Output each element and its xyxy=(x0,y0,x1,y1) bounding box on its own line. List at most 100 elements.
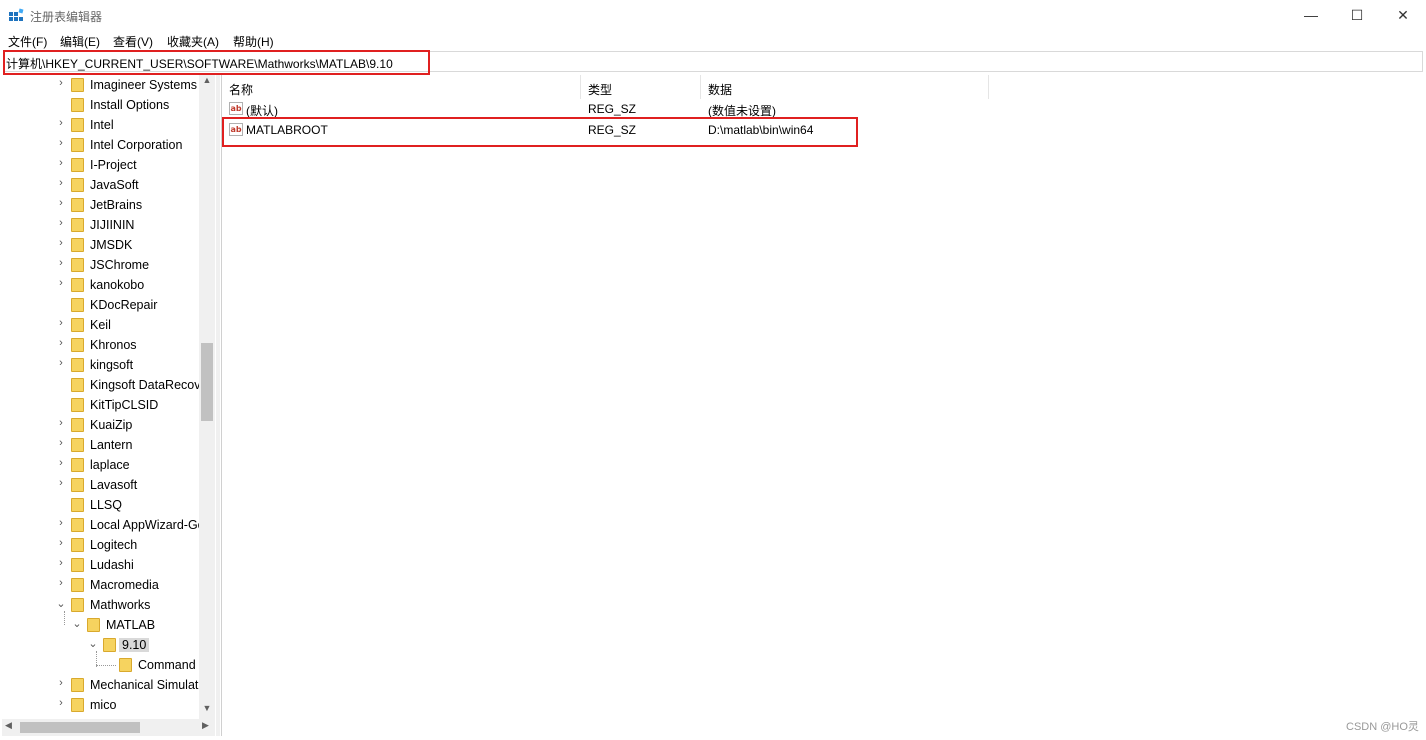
scroll-right-icon[interactable]: ▶ xyxy=(202,720,209,731)
tree-item[interactable]: Kingsoft DataRecovery xyxy=(2,375,202,395)
tree-item[interactable]: Install Options xyxy=(2,95,202,115)
scroll-thumb[interactable] xyxy=(201,343,213,421)
minimize-button[interactable]: — xyxy=(1288,0,1334,30)
string-value-icon: ab xyxy=(229,123,243,136)
tree-item-label: Install Options xyxy=(90,98,170,112)
tree-item-label: Khronos xyxy=(90,338,137,352)
chevron-down-icon[interactable]: ⌄ xyxy=(71,617,83,631)
chevron-right-icon[interactable]: › xyxy=(55,457,67,471)
tree-item[interactable]: › Lantern xyxy=(2,435,202,455)
chevron-right-icon[interactable]: › xyxy=(55,557,67,571)
tree-item[interactable]: › Imagineer Systems xyxy=(2,75,202,95)
tree-item[interactable]: › JetBrains xyxy=(2,195,202,215)
menu-edit[interactable]: 编辑(E) xyxy=(60,33,100,50)
tree-item[interactable]: › Keil xyxy=(2,315,202,335)
menu-favorites[interactable]: 收藏夹(A) xyxy=(167,33,219,50)
tree-item-label: Ludashi xyxy=(90,558,134,572)
menu-view[interactable]: 查看(V) xyxy=(113,33,153,50)
tree-item-label: LLSQ xyxy=(90,498,122,512)
tree-item-label: Lantern xyxy=(90,438,133,452)
chevron-right-icon[interactable]: › xyxy=(55,317,67,331)
tree-item[interactable]: › Intel Corporation xyxy=(2,135,202,155)
chevron-right-icon[interactable]: › xyxy=(55,117,67,131)
chevron-right-icon[interactable]: › xyxy=(55,357,67,371)
scroll-up-icon[interactable]: ▲ xyxy=(199,75,215,89)
chevron-right-icon[interactable]: › xyxy=(55,417,67,431)
tree-item[interactable]: › Lavasoft xyxy=(2,475,202,495)
value-row[interactable]: ab MATLABROOT REG_SZ D:\matlab\bin\win64 xyxy=(222,120,992,141)
tree-item[interactable]: LLSQ xyxy=(2,495,202,515)
tree-item-label: Kingsoft DataRecovery xyxy=(90,378,202,392)
folder-icon xyxy=(71,358,84,372)
folder-icon xyxy=(71,598,84,612)
tree-item[interactable]: › KuaiZip xyxy=(2,415,202,435)
chevron-right-icon[interactable]: › xyxy=(55,477,67,491)
tree-item[interactable]: › kanokobo xyxy=(2,275,202,295)
tree-item-label: KDocRepair xyxy=(90,298,158,312)
tree-item[interactable]: › Macromedia xyxy=(2,575,202,595)
column-header-name[interactable]: 名称 xyxy=(222,75,581,99)
chevron-down-icon[interactable]: ⌄ xyxy=(55,597,67,611)
chevron-right-icon[interactable]: › xyxy=(55,577,67,591)
tree-item[interactable]: › Local AppWizard-Generated Applications xyxy=(2,515,202,535)
chevron-right-icon[interactable]: › xyxy=(55,277,67,291)
chevron-right-icon[interactable]: › xyxy=(55,677,67,691)
tree-item[interactable]: ⌄ 9.10 xyxy=(2,635,202,655)
tree-item[interactable]: KitTipCLSID xyxy=(2,395,202,415)
chevron-right-icon[interactable]: › xyxy=(55,137,67,151)
chevron-right-icon[interactable]: › xyxy=(55,517,67,531)
folder-icon xyxy=(71,98,84,112)
value-row[interactable]: ab (默认) REG_SZ (数值未设置) xyxy=(222,99,992,120)
tree-item[interactable]: › kingsoft xyxy=(2,355,202,375)
chevron-right-icon[interactable]: › xyxy=(55,237,67,251)
chevron-right-icon[interactable]: › xyxy=(55,337,67,351)
tree-item-label: KitTipCLSID xyxy=(90,398,159,412)
tree-item[interactable]: › Intel xyxy=(2,115,202,135)
tree-item[interactable]: › Logitech xyxy=(2,535,202,555)
tree-item-label: Mathworks xyxy=(90,598,151,612)
tree-item[interactable]: › I-Project xyxy=(2,155,202,175)
close-button[interactable]: ✕ xyxy=(1380,0,1426,30)
tree-item[interactable]: › mico xyxy=(2,695,202,715)
tree-item[interactable]: › Ludashi xyxy=(2,555,202,575)
chevron-right-icon[interactable]: › xyxy=(55,157,67,171)
chevron-right-icon[interactable]: › xyxy=(55,257,67,271)
scroll-thumb-horizontal[interactable] xyxy=(20,722,140,733)
tree-item[interactable]: › Mechanical Simulation xyxy=(2,675,202,695)
menu-file[interactable]: 文件(F) xyxy=(8,33,47,50)
value-type: REG_SZ xyxy=(588,102,637,116)
tree-horizontal-scrollbar[interactable]: ◀ ▶ xyxy=(2,719,215,736)
tree-item[interactable]: KDocRepair xyxy=(2,295,202,315)
column-header-type[interactable]: 类型 xyxy=(581,75,701,99)
registry-tree[interactable]: › Imagineer Systems Install Options › Intel ›… xyxy=(2,75,216,719)
menu-help[interactable]: 帮助(H) xyxy=(233,33,274,50)
chevron-right-icon[interactable]: › xyxy=(55,537,67,551)
folder-icon xyxy=(71,678,84,692)
chevron-right-icon[interactable]: › xyxy=(55,197,67,211)
maximize-button[interactable]: ☐ xyxy=(1334,0,1380,30)
tree-item-label: Keil xyxy=(90,318,111,332)
folder-icon xyxy=(71,498,84,512)
chevron-right-icon[interactable]: › xyxy=(55,77,67,91)
pane-splitter[interactable] xyxy=(216,75,220,736)
tree-item[interactable]: › Khronos xyxy=(2,335,202,355)
chevron-right-icon[interactable]: › xyxy=(55,437,67,451)
chevron-right-icon[interactable]: › xyxy=(55,697,67,711)
chevron-right-icon[interactable]: › xyxy=(55,177,67,191)
tree-item[interactable]: › JSChrome xyxy=(2,255,202,275)
address-bar[interactable]: 计算机\HKEY_CURRENT_USER\SOFTWARE\Mathworks… xyxy=(3,51,1423,72)
tree-item[interactable]: › JavaSoft xyxy=(2,175,202,195)
tree-item[interactable]: › JIJIININ xyxy=(2,215,202,235)
tree-item[interactable]: › laplace xyxy=(2,455,202,475)
tree-item[interactable]: ⌄ Mathworks xyxy=(2,595,202,615)
chevron-right-icon[interactable]: › xyxy=(55,217,67,231)
tree-item[interactable]: › JMSDK xyxy=(2,235,202,255)
registry-editor-icon xyxy=(9,8,24,21)
chevron-down-icon[interactable]: ⌄ xyxy=(87,637,99,651)
scroll-down-icon[interactable]: ▼ xyxy=(199,703,215,717)
scroll-left-icon[interactable]: ◀ xyxy=(5,720,12,731)
tree-item[interactable]: ⌄ MATLAB xyxy=(2,615,202,635)
column-header-data[interactable]: 数据 xyxy=(701,75,989,99)
tree-vertical-scrollbar[interactable]: ▲ ▼ xyxy=(199,75,215,719)
folder-icon xyxy=(71,438,84,452)
